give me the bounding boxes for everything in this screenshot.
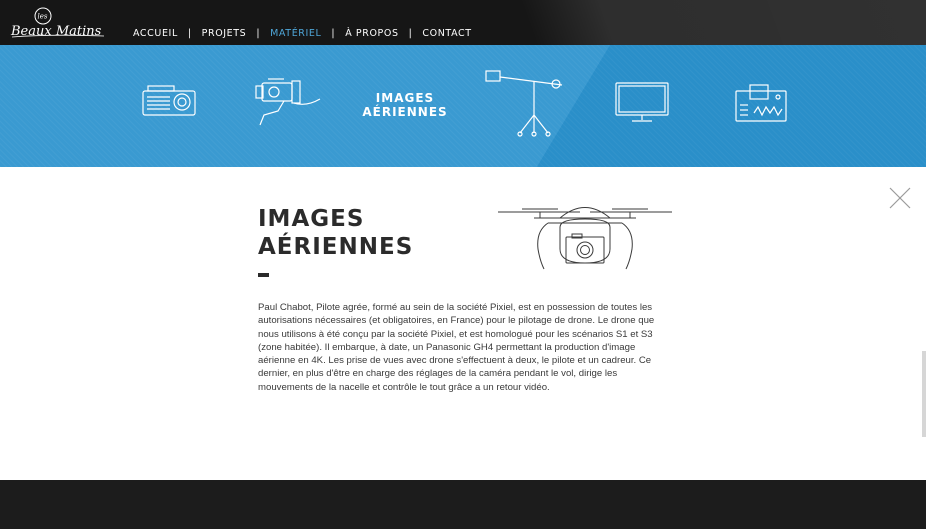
crane-jib-icon[interactable] — [484, 67, 566, 137]
svg-text:Beaux Matins: Beaux Matins — [10, 24, 102, 39]
equipment-carousel: IMAGES AÉRIENNES — [0, 45, 926, 167]
scrollbar-thumb[interactable] — [922, 351, 926, 437]
page-title: IMAGES AÉRIENNES — [258, 205, 413, 261]
title-underline — [258, 273, 269, 277]
nav-separator: | — [256, 28, 261, 39]
nav-projets[interactable]: PROJETS — [202, 28, 247, 39]
active-category-title[interactable]: IMAGES AÉRIENNES — [355, 91, 455, 119]
page-title-line1: IMAGES — [258, 206, 365, 232]
mixing-console-icon[interactable] — [734, 83, 788, 123]
monitor-icon[interactable] — [614, 81, 670, 123]
nav-materiel[interactable]: MATÉRIEL — [270, 28, 321, 39]
footer — [0, 480, 926, 529]
nav-a-propos[interactable]: À PROPOS — [345, 28, 398, 39]
close-icon[interactable] — [888, 186, 912, 210]
nav-accueil[interactable]: ACCUEIL — [133, 28, 178, 39]
nav-separator: | — [331, 28, 336, 39]
nav-separator: | — [187, 28, 192, 39]
svg-text:les: les — [38, 13, 48, 21]
content-panel: IMAGES AÉRIENNES Paul Chabot, Pilote agr… — [0, 167, 926, 480]
main-menu: ACCUEIL | PROJETS | MATÉRIEL | À PROPOS … — [133, 28, 472, 39]
nav-contact[interactable]: CONTACT — [422, 28, 471, 39]
description-text: Paul Chabot, Pilote agrée, formé au sein… — [258, 302, 655, 393]
top-navigation-bar: les Beaux Matins ACCUEIL | PROJETS | MAT… — [0, 0, 926, 45]
active-category-line2: AÉRIENNES — [362, 105, 448, 119]
active-category-line1: IMAGES — [375, 91, 435, 105]
drone-icon — [498, 207, 672, 270]
site-logo[interactable]: les Beaux Matins — [10, 6, 106, 40]
page-title-line2: AÉRIENNES — [258, 234, 414, 260]
topbar-sheen — [520, 0, 926, 45]
projector-icon[interactable] — [140, 83, 198, 119]
camera-rig-icon[interactable] — [254, 77, 326, 127]
nav-separator: | — [408, 28, 413, 39]
